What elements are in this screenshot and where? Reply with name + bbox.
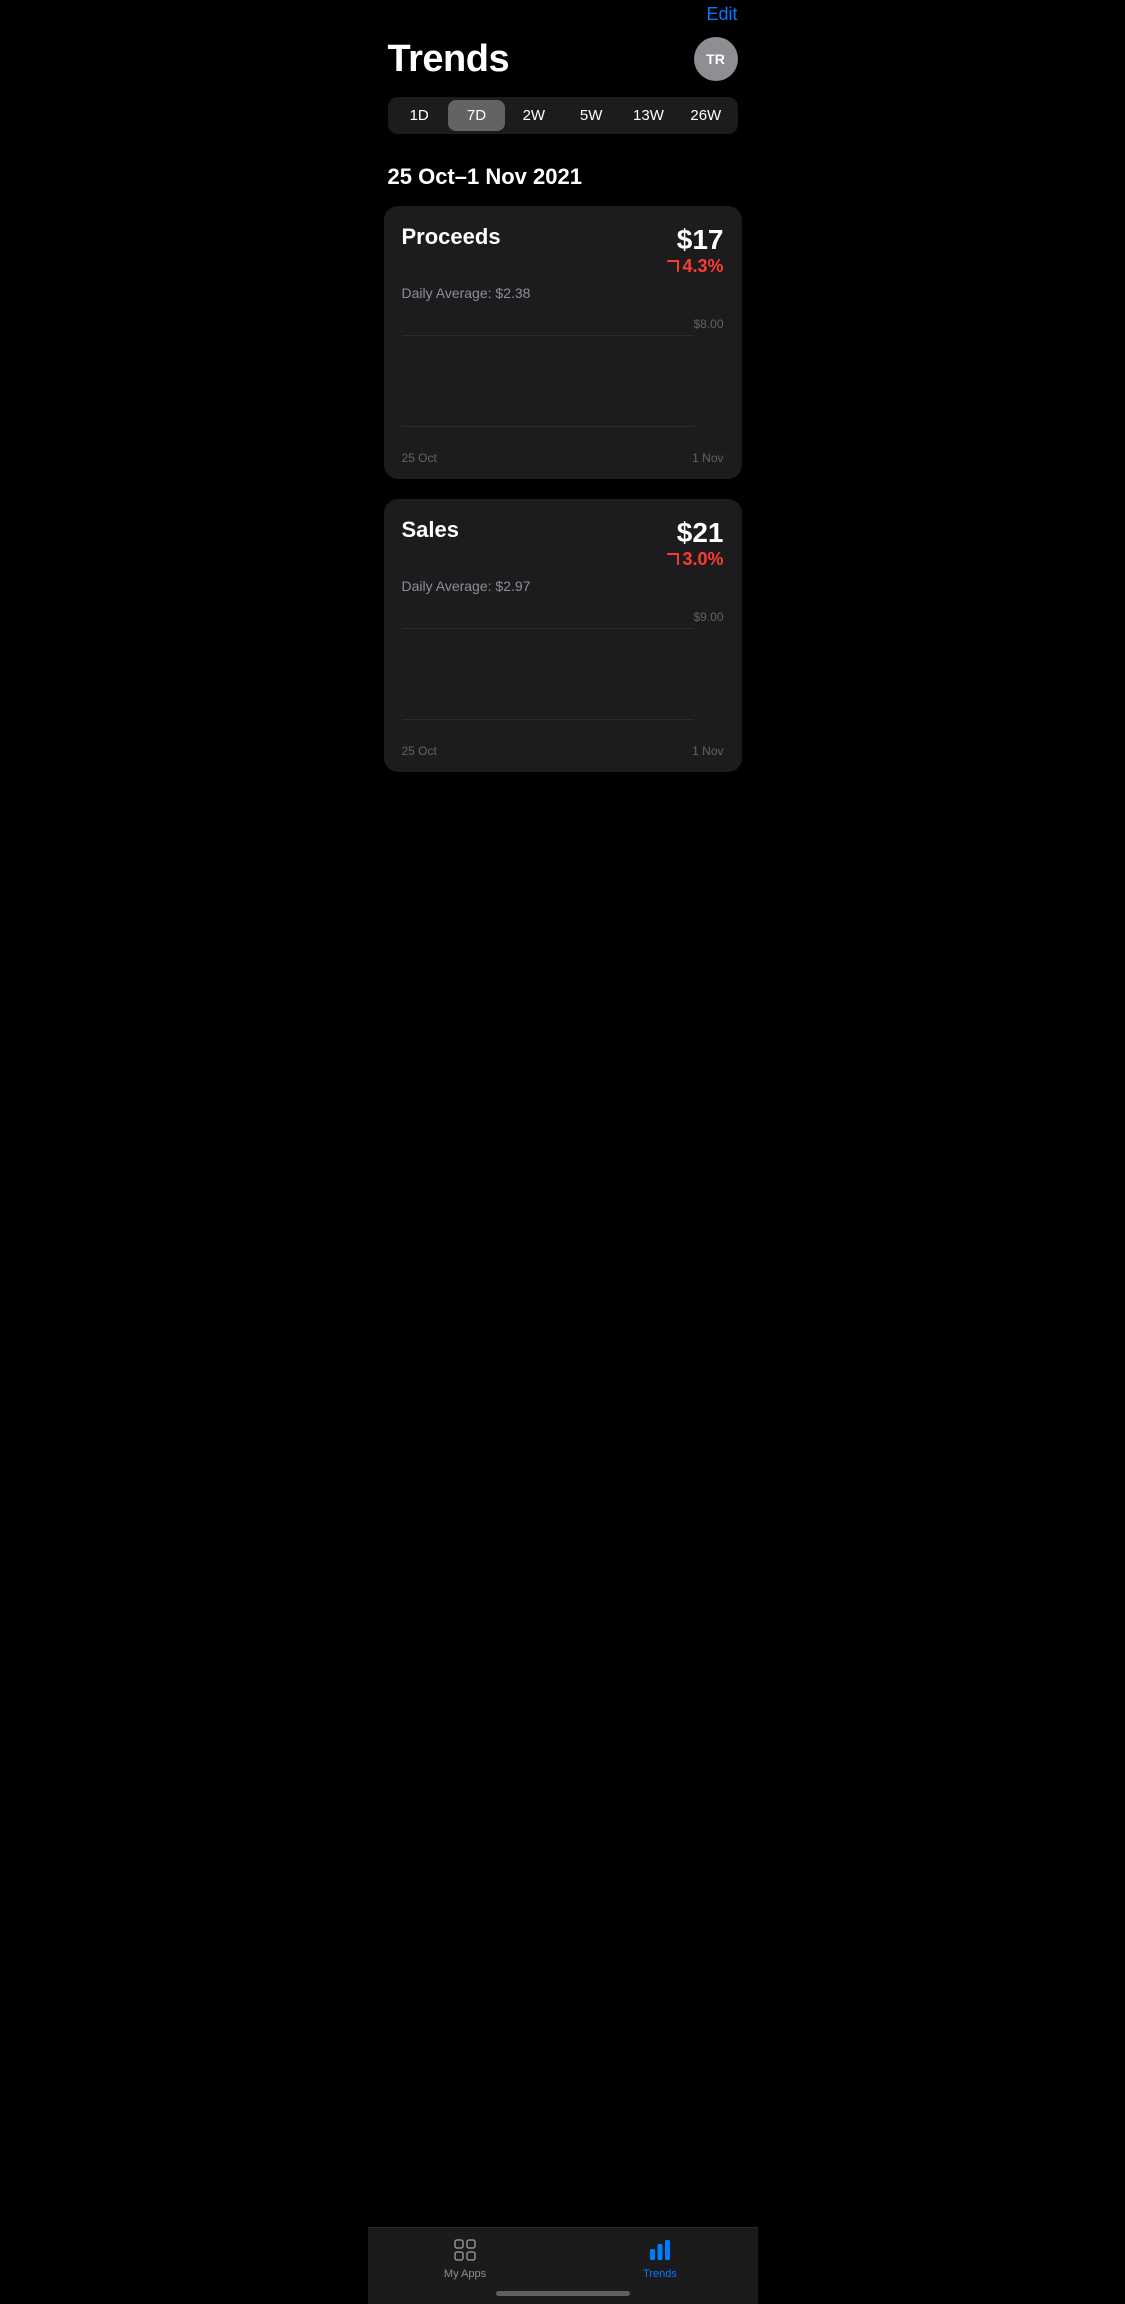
x-axis-labels: 25 Oct 1 Nov <box>402 451 724 465</box>
down-arrow-icon <box>666 551 680 568</box>
x-axis-labels: 25 Oct 1 Nov <box>402 744 724 758</box>
time-option-26w[interactable]: 26W <box>677 100 734 131</box>
nav-label-my-apps: My Apps <box>444 2268 486 2280</box>
time-option-1d[interactable]: 1D <box>391 100 448 131</box>
date-range-label: 25 Oct–1 Nov 2021 <box>368 164 758 190</box>
card-sales[interactable]: Sales $21 3.0% Daily Average: $2.97 $9.0… <box>384 499 742 772</box>
daily-avg: Daily Average: $2.38 <box>402 285 724 301</box>
trends-icon <box>646 2236 674 2264</box>
chart-area: $9.00 <box>402 610 724 740</box>
chart-area: $8.00 <box>402 317 724 447</box>
down-arrow-icon <box>666 258 680 275</box>
main-content: Proceeds $17 4.3% Daily Average: $2.38 $… <box>368 206 758 792</box>
edit-button[interactable]: Edit <box>706 0 737 29</box>
card-change: 3.0% <box>666 549 723 570</box>
time-option-5w[interactable]: 5W <box>562 100 619 131</box>
card-title: Proceeds <box>402 224 501 250</box>
daily-avg: Daily Average: $2.97 <box>402 578 724 594</box>
change-percent: 3.0% <box>682 549 723 570</box>
time-option-7d[interactable]: 7D <box>448 100 505 131</box>
x-end-label: 1 Nov <box>692 744 723 758</box>
card-total-value: $21 <box>666 517 723 549</box>
nav-item-trends[interactable]: Trends <box>563 2236 758 2280</box>
nav-label-trends: Trends <box>643 2268 677 2280</box>
card-value-block: $17 4.3% <box>666 224 723 277</box>
time-option-13w[interactable]: 13W <box>620 100 677 131</box>
card-header: Sales $21 3.0% <box>402 517 724 570</box>
card-total-value: $17 <box>666 224 723 256</box>
bars-container <box>402 628 694 720</box>
card-header: Proceeds $17 4.3% <box>402 224 724 277</box>
time-selector: 1D7D2W5W13W26W <box>388 97 738 134</box>
y-axis-label: $8.00 <box>693 317 723 331</box>
header: Edit Trends TR 1D7D2W5W13W26W <box>368 0 758 164</box>
avatar[interactable]: TR <box>694 37 738 81</box>
title-row: Trends TR <box>388 37 738 81</box>
my-apps-icon <box>451 2236 479 2264</box>
bars-container <box>402 335 694 427</box>
card-proceeds[interactable]: Proceeds $17 4.3% Daily Average: $2.38 $… <box>384 206 742 479</box>
x-start-label: 25 Oct <box>402 744 437 758</box>
page-title: Trends <box>388 38 510 81</box>
time-option-2w[interactable]: 2W <box>505 100 562 131</box>
home-indicator <box>496 2291 630 2296</box>
card-value-block: $21 3.0% <box>666 517 723 570</box>
y-axis-label: $9.00 <box>693 610 723 624</box>
card-title: Sales <box>402 517 460 543</box>
x-start-label: 25 Oct <box>402 451 437 465</box>
nav-item-my-apps[interactable]: My Apps <box>368 2236 563 2280</box>
change-percent: 4.3% <box>682 256 723 277</box>
x-end-label: 1 Nov <box>692 451 723 465</box>
card-change: 4.3% <box>666 256 723 277</box>
